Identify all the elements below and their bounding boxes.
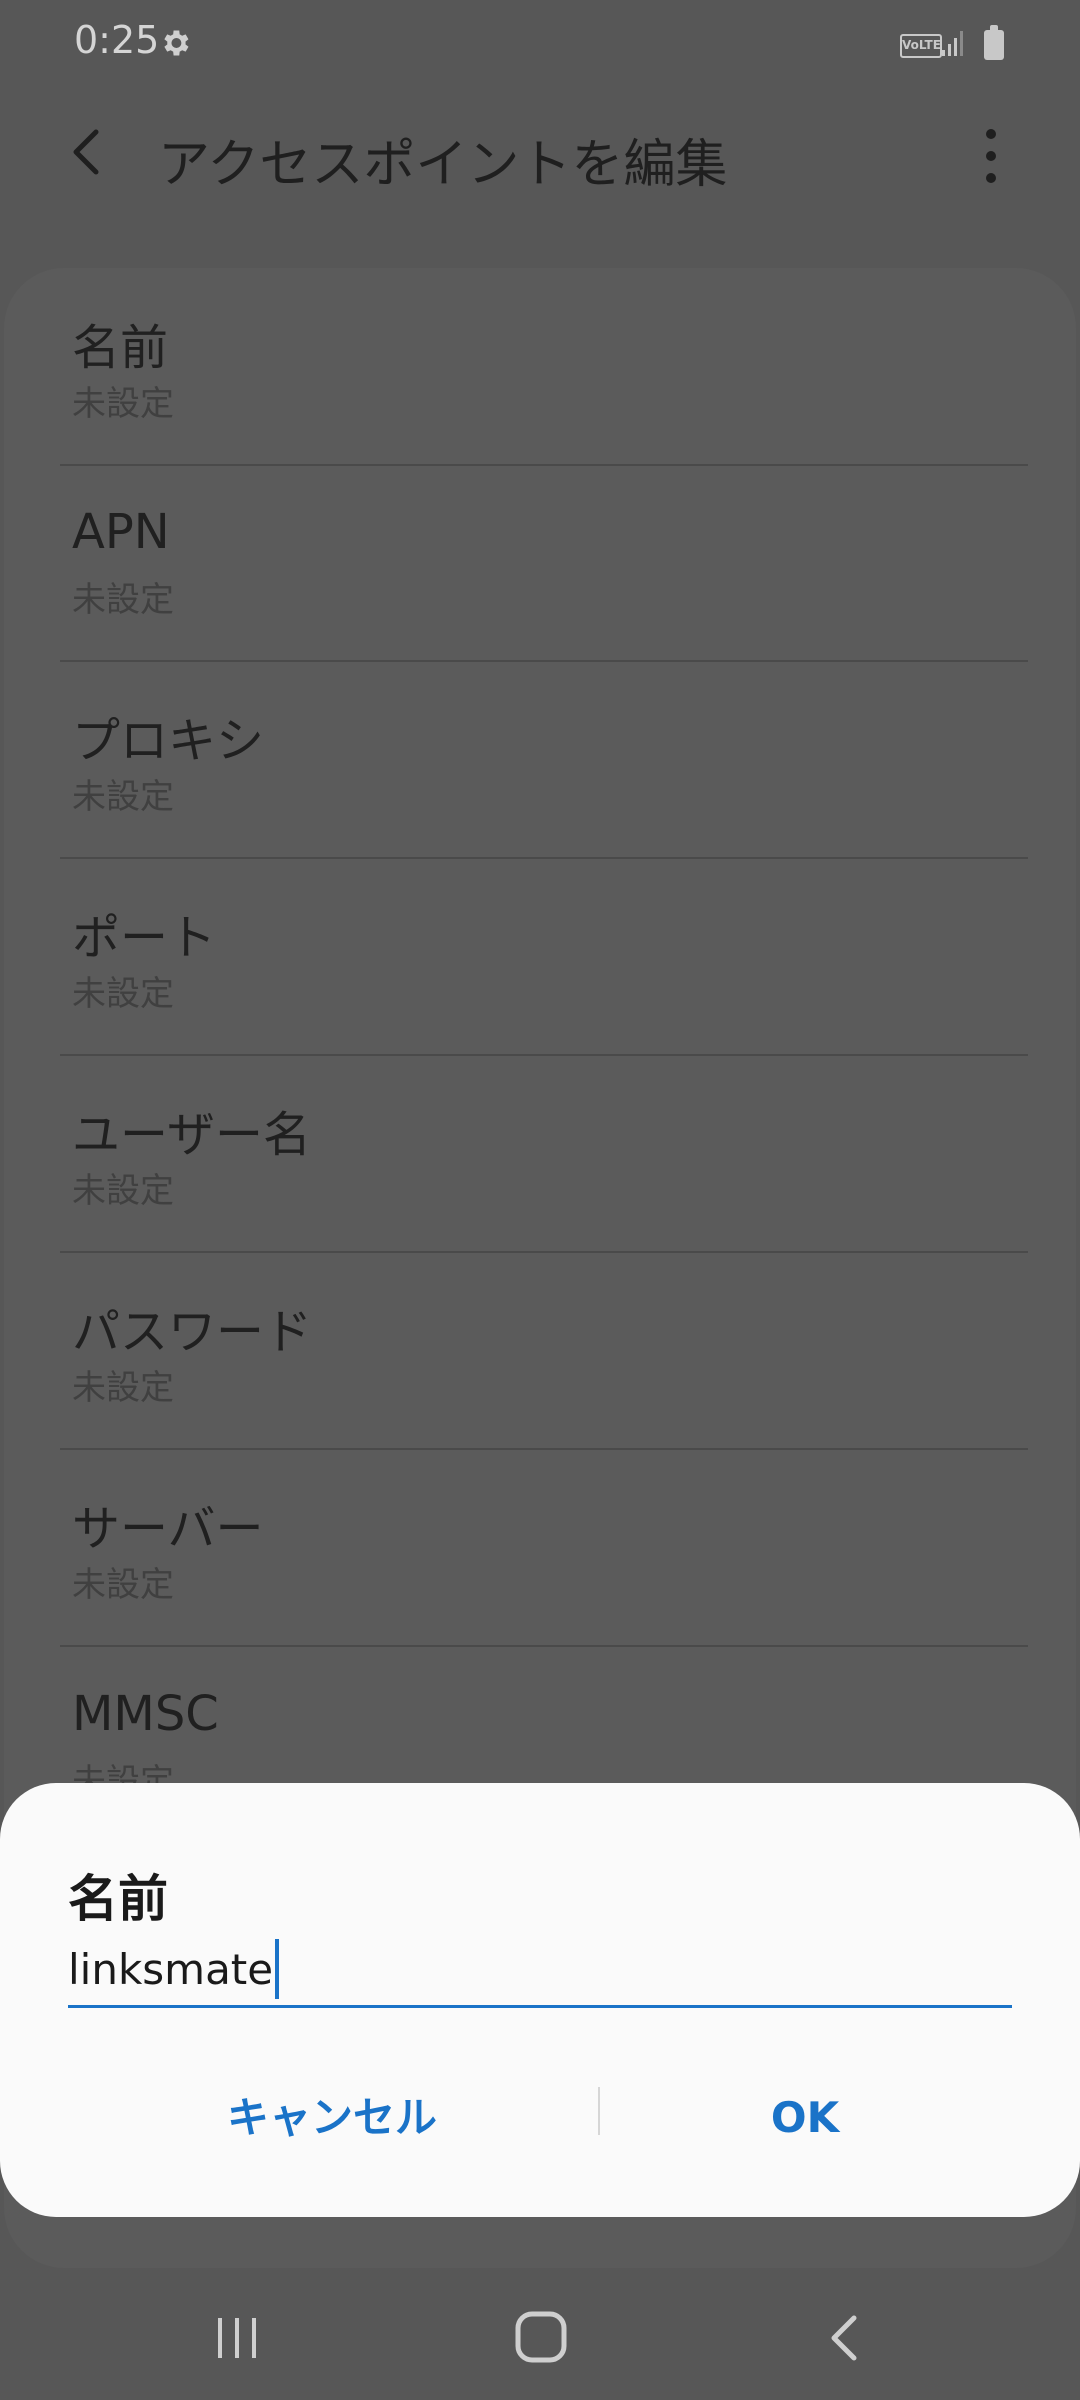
app-bar: アクセスポイントを編集: [0, 100, 1080, 210]
navigation-bar: [0, 2270, 1080, 2400]
status-time: 0:25: [74, 18, 160, 62]
status-bar: 0:25 VoLTE: [0, 0, 1080, 90]
text-cursor: [275, 1939, 280, 1999]
name-input-value: linksmate: [68, 1944, 274, 1994]
dialog-actions: キャンセル OK: [0, 2063, 1080, 2173]
battery-icon: [984, 25, 1004, 60]
list-item-title: APN: [72, 504, 170, 560]
back-arrow-icon[interactable]: [56, 122, 116, 182]
cancel-button[interactable]: キャンセル: [120, 2073, 544, 2163]
list-item-title: ポート: [72, 910, 217, 966]
list-item-value: 未設定: [72, 1565, 174, 1605]
name-edit-dialog: 名前 linksmate キャンセル OK: [0, 1783, 1080, 2217]
list-item-title: ユーザー名: [72, 1107, 312, 1163]
list-item-value: 未設定: [72, 580, 174, 620]
list-item-value: 未設定: [72, 974, 174, 1014]
settings-gear-icon: [164, 30, 189, 56]
list-item-password[interactable]: パスワード 未設定: [60, 1252, 1028, 1450]
list-item-name[interactable]: 名前 未設定: [60, 268, 1028, 466]
list-item-username[interactable]: ユーザー名 未設定: [60, 1055, 1028, 1253]
list-item-proxy[interactable]: プロキシ 未設定: [60, 661, 1028, 859]
button-divider: [598, 2087, 600, 2135]
nav-recent-icon[interactable]: [212, 2310, 262, 2366]
list-item-apn[interactable]: APN 未設定: [60, 464, 1028, 662]
more-vert-icon[interactable]: [966, 122, 1016, 190]
list-item-value: 未設定: [72, 1171, 174, 1211]
name-input[interactable]: linksmate: [68, 1933, 1012, 2008]
nav-home-icon[interactable]: [514, 2308, 568, 2366]
list-item-value: 未設定: [72, 1368, 174, 1408]
dialog-title: 名前: [68, 1870, 168, 1928]
page-title: アクセスポイントを編集: [158, 135, 728, 195]
volte-icon: VoLTE: [900, 34, 942, 58]
list-item-title: 名前: [72, 320, 169, 376]
list-item-port[interactable]: ポート 未設定: [60, 858, 1028, 1056]
list-item-title: プロキシ: [72, 713, 265, 769]
ok-button[interactable]: OK: [640, 2073, 970, 2163]
list-item-title: パスワード: [72, 1304, 313, 1360]
list-item-value: 未設定: [72, 384, 174, 424]
list-item-title: サーバー: [72, 1501, 264, 1557]
list-item-server[interactable]: サーバー 未設定: [60, 1449, 1028, 1647]
list-item-value: 未設定: [72, 777, 174, 817]
nav-back-icon[interactable]: [820, 2310, 870, 2366]
screen: 0:25 VoLTE アクセスポイントを編集 名前 未設定 APN 未設定 プロ…: [0, 0, 1080, 2400]
list-item-title: MMSC: [72, 1686, 219, 1742]
signal-icon: [942, 31, 963, 56]
